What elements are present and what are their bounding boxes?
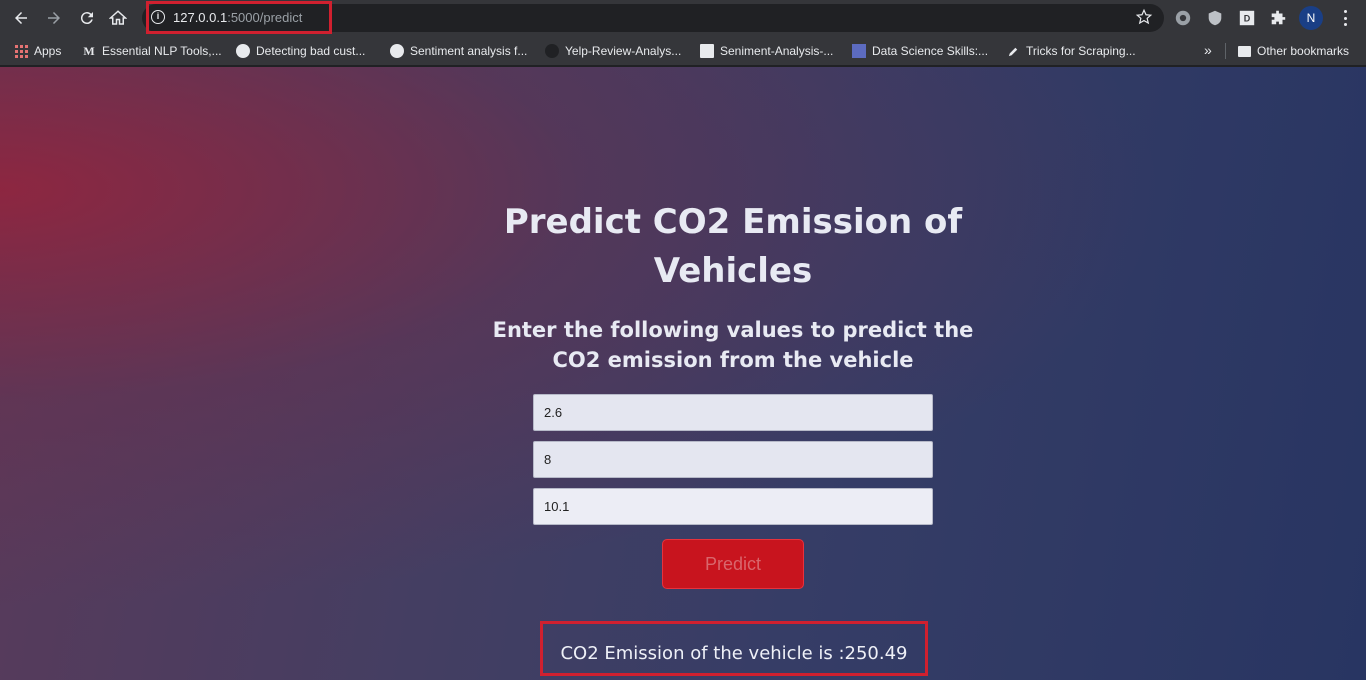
- other-bookmarks-label: Other bookmarks: [1257, 44, 1350, 58]
- pencil-icon: [1006, 44, 1020, 58]
- bookmarks-bar: Apps M Essential NLP Tools,... Detecting…: [0, 36, 1366, 66]
- other-bookmarks[interactable]: Other bookmarks: [1237, 43, 1349, 59]
- extension-dictionary-icon[interactable]: D: [1237, 8, 1257, 28]
- browser-menu-icon[interactable]: [1338, 8, 1352, 28]
- bookmark-label: Detecting bad cust...: [256, 44, 366, 58]
- back-icon[interactable]: [9, 6, 33, 30]
- globe-icon: [236, 44, 250, 58]
- bookmark-label: Sentiment analysis f...: [410, 44, 528, 58]
- globe-icon: [390, 44, 404, 58]
- github-icon: [545, 44, 559, 58]
- url-highlight-box: [146, 1, 332, 34]
- bookmark-label: Tricks for Scraping...: [1026, 44, 1136, 58]
- bookmark-item[interactable]: Sentiment analysis f...: [390, 43, 527, 59]
- engine-size-input[interactable]: [533, 394, 933, 431]
- profile-avatar[interactable]: N: [1299, 6, 1323, 30]
- apps-grid-icon: [14, 44, 28, 58]
- bookmark-label: Seniment-Analysis-...: [720, 44, 834, 58]
- bookmark-label: Essential NLP Tools,...: [102, 44, 222, 58]
- bookmark-apps[interactable]: Apps: [14, 43, 61, 59]
- medium-icon: M: [83, 43, 95, 58]
- bookmark-item[interactable]: Data Science Skills:...: [852, 43, 988, 59]
- extension-chrome-icon[interactable]: [1173, 8, 1193, 28]
- forward-icon[interactable]: [42, 6, 66, 30]
- extensions-puzzle-icon[interactable]: [1268, 8, 1288, 28]
- browser-toolbar: i 127.0.0.1:5000/predict D N: [0, 0, 1366, 36]
- bookmark-item[interactable]: Seniment-Analysis-...: [700, 43, 833, 59]
- bookmark-star-icon[interactable]: [1135, 8, 1153, 26]
- bookmarks-divider: [1225, 43, 1226, 59]
- document-icon: [700, 44, 714, 58]
- bookmark-item[interactable]: Yelp-Review-Analys...: [545, 43, 681, 59]
- reload-icon[interactable]: [75, 6, 99, 30]
- home-icon[interactable]: [106, 6, 130, 30]
- svg-text:D: D: [1244, 14, 1251, 24]
- bookmark-label: Apps: [34, 44, 62, 58]
- bookmark-item[interactable]: Tricks for Scraping...: [1006, 43, 1136, 59]
- bookmark-item[interactable]: Detecting bad cust...: [236, 43, 365, 59]
- more-bookmarks-icon[interactable]: »: [1204, 42, 1212, 58]
- extension-shield-icon[interactable]: [1205, 8, 1225, 28]
- bookmark-label: Yelp-Review-Analys...: [565, 44, 682, 58]
- bookmark-item[interactable]: M Essential NLP Tools,...: [82, 43, 222, 59]
- bookmark-label: Data Science Skills:...: [872, 44, 989, 58]
- predict-button[interactable]: Predict: [662, 539, 804, 589]
- page-subtitle: Enter the following values to predict th…: [492, 318, 974, 372]
- fuel-consumption-input[interactable]: [533, 488, 933, 525]
- cylinders-input[interactable]: [533, 441, 933, 478]
- prediction-result: CO2 Emission of the vehicle is :250.49: [560, 643, 908, 664]
- site-icon: [852, 44, 866, 58]
- page-title: Predict CO2 Emission of Vehicles: [503, 202, 963, 291]
- folder-icon: [1237, 44, 1251, 58]
